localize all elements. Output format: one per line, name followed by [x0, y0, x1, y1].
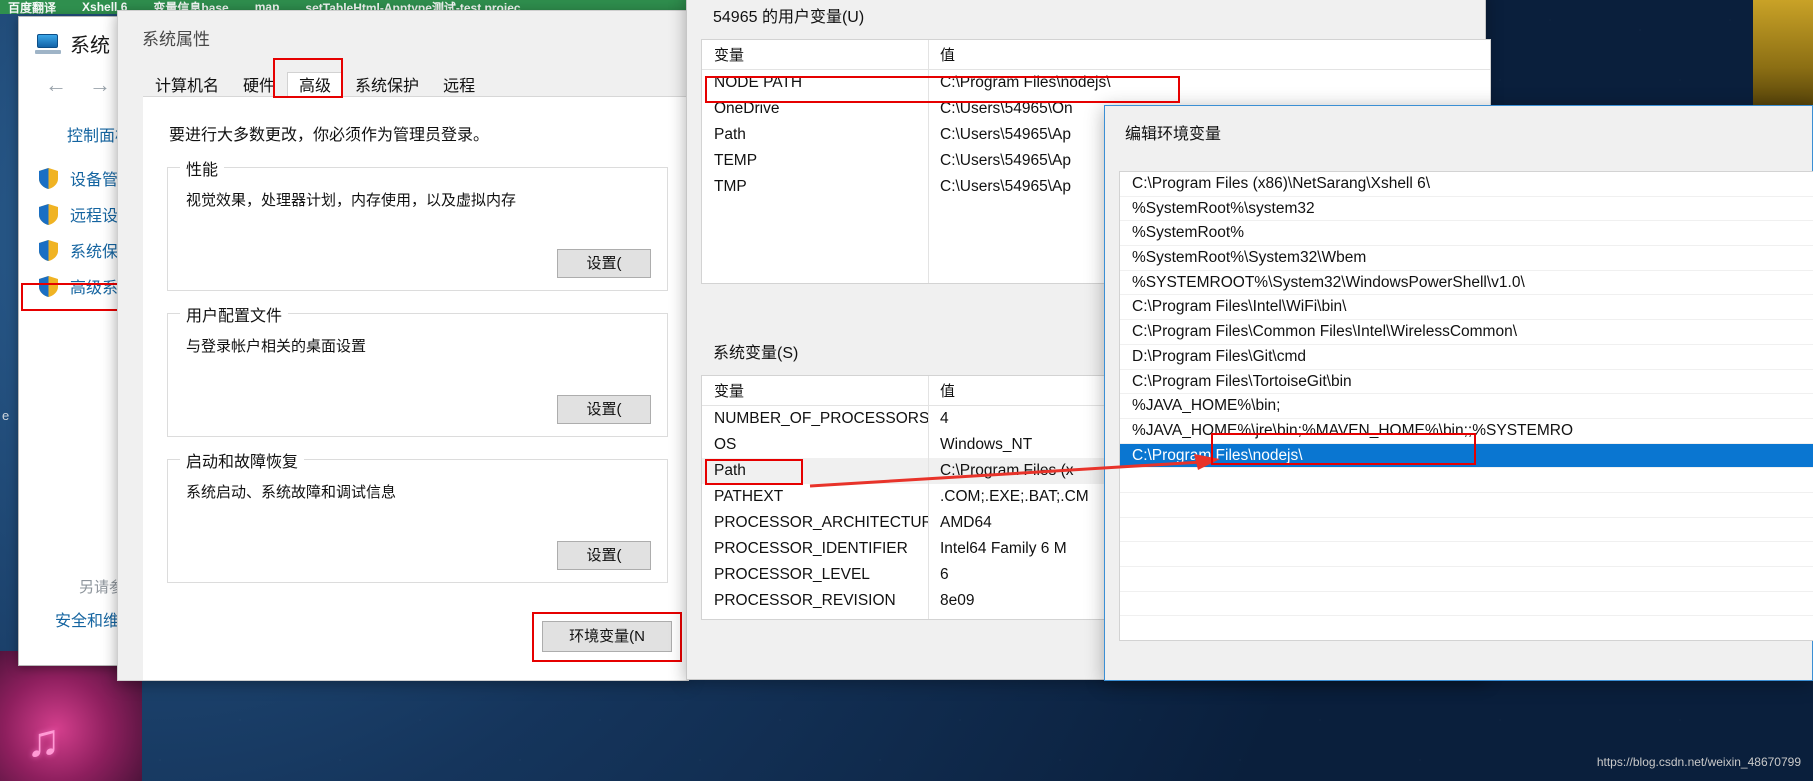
startup-recovery-group: 启动和故障恢复 系统启动、系统故障和调试信息 设置( — [167, 448, 668, 583]
variable-value: 6 — [940, 566, 949, 583]
computer-icon — [35, 33, 61, 54]
performance-description: 视觉效果，处理器计划，内存使用，以及虚拟内存 — [186, 192, 517, 209]
edit-environment-variable-title: 编辑环境变量 — [1125, 126, 1222, 143]
list-item[interactable]: C:\Program Files\TortoiseGit\bin — [1120, 370, 1813, 395]
variable-name: NUMBER_OF_PROCESSORS — [714, 410, 928, 427]
watermark: https://blog.csdn.net/weixin_48670799 — [1596, 755, 1801, 769]
user-profiles-settings-button[interactable]: 设置( — [557, 395, 651, 424]
variable-name: Path — [714, 126, 746, 143]
variable-name: OS — [714, 436, 737, 453]
column-header-value: 值 — [940, 47, 956, 64]
list-item[interactable]: C:\Program Files (x86)\NetSarang\Xshell … — [1120, 172, 1813, 197]
variable-value: C:\Users\54965\Ap — [940, 126, 1071, 143]
list-item-selected[interactable]: C:\Program Files\nodejs\ — [1120, 443, 1813, 469]
variable-name: PATHEXT — [714, 488, 784, 505]
list-item[interactable]: %SystemRoot% — [1120, 221, 1813, 247]
startup-recovery-settings-button[interactable]: 设置( — [557, 541, 651, 570]
column-header-variable: 变量 — [714, 383, 745, 400]
shield-icon — [39, 203, 58, 225]
music-note-icon: ♫ — [26, 714, 61, 766]
user-variables-label: 54965 的用户变量(U) — [707, 3, 871, 27]
performance-settings-button[interactable]: 设置( — [557, 249, 651, 278]
variable-value: 4 — [940, 410, 949, 427]
variable-value: 8e09 — [940, 592, 975, 609]
variable-value: C:\Program Files (x — [940, 462, 1074, 479]
shield-icon — [39, 167, 58, 189]
variable-value: Windows_NT — [940, 436, 1033, 453]
variable-value: C:\Program Files\nodejs\ — [940, 74, 1111, 91]
list-item-empty[interactable] — [1120, 542, 1813, 567]
forward-icon[interactable]: → — [89, 72, 111, 98]
variable-name: Path — [714, 462, 746, 479]
list-item[interactable]: C:\Program Files\Intel\WiFi\bin\ — [1120, 295, 1813, 321]
environment-variables-button[interactable]: 环境变量(N — [542, 621, 672, 652]
shield-icon — [39, 275, 58, 297]
user-profiles-group-legend: 用户配置文件 — [180, 302, 289, 326]
admin-notice: 要进行大多数更改，你必须作为管理员登录。 — [169, 127, 490, 144]
list-item-empty[interactable] — [1120, 518, 1813, 543]
performance-group: 性能 视觉效果，处理器计划，内存使用，以及虚拟内存 设置( — [167, 156, 668, 291]
list-item[interactable]: %JAVA_HOME%\jre\bin;%MAVEN_HOME%\bin;;%S… — [1120, 419, 1813, 444]
variable-value: AMD64 — [940, 514, 992, 531]
path-entries-list[interactable]: C:\Program Files (x86)\NetSarang\Xshell … — [1119, 171, 1813, 641]
control-panel-title: 系统 — [70, 35, 110, 57]
variable-name: PROCESSOR_ARCHITECTURE — [714, 514, 928, 531]
variable-name: PROCESSOR_IDENTIFIER — [714, 540, 908, 557]
user-profiles-group: 用户配置文件 与登录帐户相关的桌面设置 设置( — [167, 302, 668, 437]
list-item-empty[interactable] — [1120, 493, 1813, 518]
table-row[interactable]: NODE PATH C:\Program Files\nodejs\ — [702, 70, 1490, 96]
list-item-empty[interactable] — [1120, 592, 1813, 617]
system-properties-body: 要进行大多数更改，你必须作为管理员登录。 性能 视觉效果，处理器计划，内存使用，… — [143, 97, 688, 680]
edit-environment-variable-dialog: 编辑环境变量 C:\Program Files (x86)\NetSarang\… — [1104, 105, 1813, 681]
list-item[interactable]: %JAVA_HOME%\bin; — [1120, 394, 1813, 419]
desktop-art-right — [1753, 0, 1813, 112]
variable-name: PROCESSOR_LEVEL — [714, 566, 870, 583]
list-item-empty[interactable] — [1120, 567, 1813, 592]
performance-group-legend: 性能 — [180, 156, 225, 180]
variable-name: NODE PATH — [714, 74, 803, 91]
list-item-empty[interactable] — [1120, 616, 1813, 640]
list-item[interactable]: D:\Program Files\Git\cmd — [1120, 345, 1813, 370]
shield-icon — [39, 239, 58, 261]
browser-tab-0[interactable]: 百度翻译 — [8, 0, 56, 15]
system-properties-dialog: 系统属性 计算机名 硬件 高级 系统保护 远程 要进行大多数更改，你必须作为管理… — [117, 10, 690, 681]
startup-recovery-group-legend: 启动和故障恢复 — [180, 448, 305, 472]
list-item-empty[interactable] — [1120, 468, 1813, 493]
user-variables-header: 变量 值 — [702, 40, 1490, 70]
variable-value: .COM;.EXE;.BAT;.CM — [940, 488, 1089, 505]
system-variables-label: 系统变量(S) — [707, 339, 805, 363]
list-item[interactable]: %SystemRoot%\System32\Wbem — [1120, 246, 1813, 271]
column-header-value: 值 — [940, 383, 956, 400]
system-properties-title: 系统属性 — [142, 30, 210, 49]
variable-name: TMP — [714, 178, 747, 195]
variable-value: C:\Users\54965\On — [940, 100, 1073, 117]
list-item[interactable]: C:\Program Files\Common Files\Intel\Wire… — [1120, 320, 1813, 345]
column-header-variable: 变量 — [714, 47, 745, 64]
variable-value: C:\Users\54965\Ap — [940, 152, 1071, 169]
variable-name: PROCESSOR_REVISION — [714, 592, 896, 609]
list-item[interactable]: %SystemRoot%\system32 — [1120, 197, 1813, 222]
variable-value: C:\Users\54965\Ap — [940, 178, 1071, 195]
list-item[interactable]: %SYSTEMROOT%\System32\WindowsPowerShell\… — [1120, 271, 1813, 296]
variable-name: TEMP — [714, 152, 758, 169]
back-icon[interactable]: ← — [45, 72, 67, 98]
variable-value: Intel64 Family 6 M — [940, 540, 1067, 557]
variable-name: OneDrive — [714, 100, 780, 117]
stray-letter: e — [2, 408, 10, 423]
